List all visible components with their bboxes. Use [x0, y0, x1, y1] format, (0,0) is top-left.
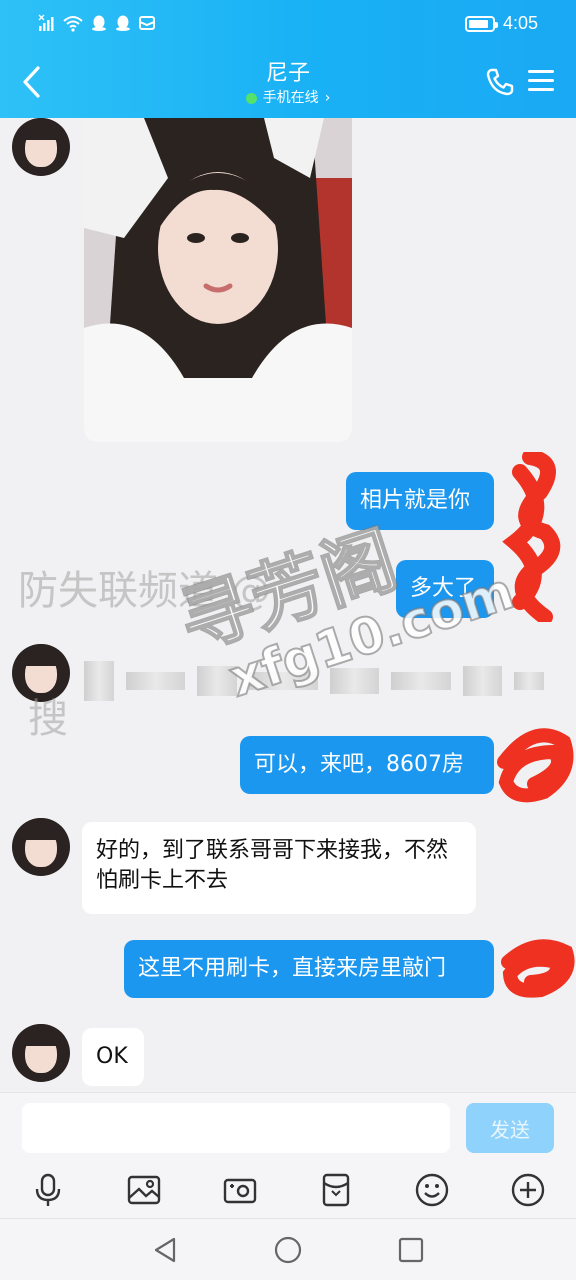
system-nav-bar: [0, 1218, 576, 1280]
photo-message[interactable]: [84, 118, 352, 442]
send-button[interactable]: 发送: [466, 1103, 554, 1153]
message-bubble-out[interactable]: 多大了: [396, 560, 494, 618]
mic-icon[interactable]: [30, 1172, 66, 1208]
message-text: 好的，到了联系哥哥下来接我，不然怕刷卡上不去: [96, 838, 449, 893]
plus-icon[interactable]: [510, 1172, 546, 1208]
image-icon[interactable]: [126, 1172, 162, 1208]
presence-status[interactable]: 手机在线 ›: [245, 88, 331, 108]
status-time: 4:05: [502, 13, 538, 33]
status-bar: 4:05: [0, 0, 576, 48]
redaction-scribble: [502, 452, 561, 622]
photo-image: [84, 118, 352, 442]
message-text: 多大了: [410, 576, 477, 601]
wifi-icon: [63, 16, 83, 32]
status-icons: [38, 14, 156, 32]
signal-icon: [38, 14, 54, 31]
message-bubble-in[interactable]: 好的，到了联系哥哥下来接我，不然怕刷卡上不去: [82, 822, 476, 914]
message-text: 相片就是你: [360, 488, 471, 513]
chevron-right-icon: ›: [324, 90, 331, 106]
redaction-scribble: [501, 939, 575, 998]
input-bar: 发送: [0, 1092, 576, 1164]
redaction-scribble: [497, 728, 574, 803]
contact-avatar[interactable]: [12, 644, 70, 702]
online-dot-icon: [245, 92, 257, 104]
recents-square-icon[interactable]: [396, 1235, 426, 1265]
home-circle-icon[interactable]: [273, 1235, 303, 1265]
input-toolbar: [0, 1164, 576, 1218]
red-packet-icon[interactable]: [318, 1172, 354, 1208]
mail-icon: [139, 16, 155, 30]
message-bubble-out[interactable]: 相片就是你: [346, 472, 494, 530]
status-right: 4:05: [464, 13, 538, 34]
contact-avatar[interactable]: [12, 118, 70, 176]
message-text: 这里不用刷卡，直接来房里敲门: [138, 956, 447, 981]
message-text: OK: [96, 1044, 128, 1069]
back-triangle-icon[interactable]: [150, 1235, 180, 1265]
redacted-message: [84, 646, 545, 716]
emoji-icon[interactable]: [414, 1172, 450, 1208]
contact-avatar[interactable]: [12, 818, 70, 876]
message-list[interactable]: 相片就是你 多大了 可以，来吧，8607房 好的，到了联系哥哥下来接我，不然怕刷…: [0, 118, 576, 1092]
message-input[interactable]: [22, 1103, 450, 1153]
battery-icon: [464, 15, 498, 32]
message-text: 可以，来吧，8607房: [254, 752, 464, 777]
contact-avatar[interactable]: [12, 1024, 70, 1082]
presence-label: 手机在线: [262, 90, 319, 106]
phone-icon[interactable]: [484, 66, 516, 98]
menu-icon[interactable]: [528, 70, 554, 94]
camera-icon[interactable]: [222, 1172, 258, 1208]
qq-icon: [92, 15, 106, 31]
message-bubble-in[interactable]: OK: [82, 1028, 144, 1086]
watermark-channel: 防失联频道 @: [18, 568, 271, 614]
message-bubble-out[interactable]: 可以，来吧，8607房: [240, 736, 494, 794]
qq-icon: [116, 15, 130, 31]
chat-header: 4:05 尼子 手机在线 ›: [0, 0, 576, 118]
message-bubble-out[interactable]: 这里不用刷卡，直接来房里敲门: [124, 940, 494, 998]
